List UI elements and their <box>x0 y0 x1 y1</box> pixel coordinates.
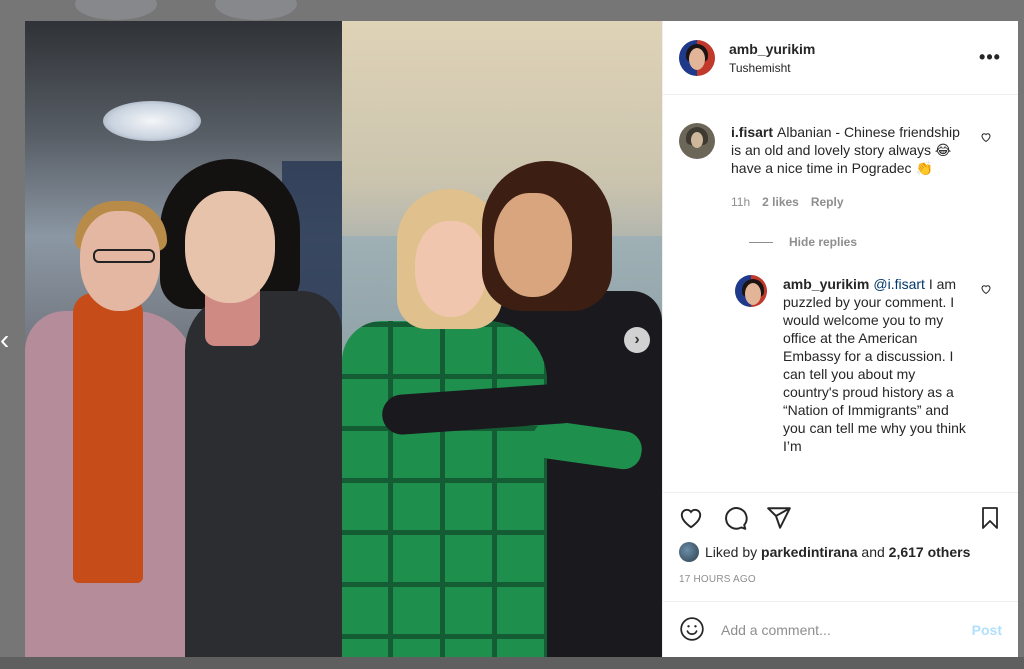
share-paper-plane-icon[interactable] <box>765 504 793 532</box>
like-heart-icon[interactable] <box>677 504 705 532</box>
save-bookmark-icon[interactable] <box>976 504 1004 532</box>
comment-username[interactable]: i.fisart <box>731 124 773 140</box>
comments-list[interactable]: i.fisart Albanian - Chinese friendship is… <box>663 95 1018 492</box>
commenter-avatar[interactable] <box>679 123 715 159</box>
photo-lakeside <box>342 21 662 657</box>
post-timestamp[interactable]: 17 HOURS AGO <box>663 562 1018 585</box>
liker-username[interactable]: parkedintirana <box>761 544 857 560</box>
hide-replies-button[interactable]: Hide replies <box>749 235 1002 249</box>
emoji-smiley-icon[interactable] <box>679 616 707 644</box>
post-comment-button[interactable]: Post <box>972 622 1002 638</box>
post-side-panel: amb_yurikim Tushemisht ••• i.fisart Alban… <box>662 21 1018 657</box>
author-avatar[interactable] <box>679 39 715 76</box>
more-options-icon[interactable]: ••• <box>978 47 1002 68</box>
reply-text: I am puzzled by your comment. I would we… <box>783 276 966 454</box>
previous-post-arrow-icon[interactable]: ‹ <box>0 322 16 358</box>
post-header: amb_yurikim Tushemisht ••• <box>663 21 1018 95</box>
post-location[interactable]: Tushemisht <box>729 61 978 75</box>
reply-username[interactable]: amb_yurikim <box>783 276 869 292</box>
add-comment-input[interactable] <box>721 621 972 638</box>
comment-like-heart-icon[interactable] <box>980 131 992 146</box>
comment-likes[interactable]: 2 likes <box>762 193 799 211</box>
post-modal: › amb_yurikim Tushemisht ••• i.fisart Alb… <box>25 21 1018 657</box>
likes-summary: Liked by parkedintirana and 2,617 others <box>663 542 1018 562</box>
likes-others-count[interactable]: 2,617 others <box>889 544 971 560</box>
likes-prefix: Liked by <box>705 544 758 560</box>
reply-author-avatar[interactable] <box>735 275 767 307</box>
author-username[interactable]: amb_yurikim <box>729 41 978 57</box>
hide-replies-label: Hide replies <box>789 235 858 249</box>
comment-bubble-icon[interactable] <box>721 504 749 532</box>
background-strip <box>0 657 1024 669</box>
reply-comment: amb_yurikim @i.fisart I am puzzled by you… <box>735 275 1002 455</box>
reply-mention[interactable]: @i.fisart <box>873 276 925 292</box>
likes-and: and <box>861 544 885 560</box>
background-thumbnail <box>215 0 297 20</box>
reply-like-heart-icon[interactable] <box>980 283 992 298</box>
background-thumbnail <box>75 0 157 20</box>
comment-time: 11h <box>731 195 751 209</box>
liker-avatar[interactable] <box>679 542 699 562</box>
photo-indoor <box>25 21 342 657</box>
post-media: › <box>25 21 662 657</box>
carousel-next-button[interactable]: › <box>624 327 650 353</box>
post-actions <box>663 492 1018 542</box>
comment: i.fisart Albanian - Chinese friendship is… <box>679 123 1002 211</box>
add-comment-bar: Post <box>663 601 1018 657</box>
reply-button[interactable]: Reply <box>811 193 844 211</box>
